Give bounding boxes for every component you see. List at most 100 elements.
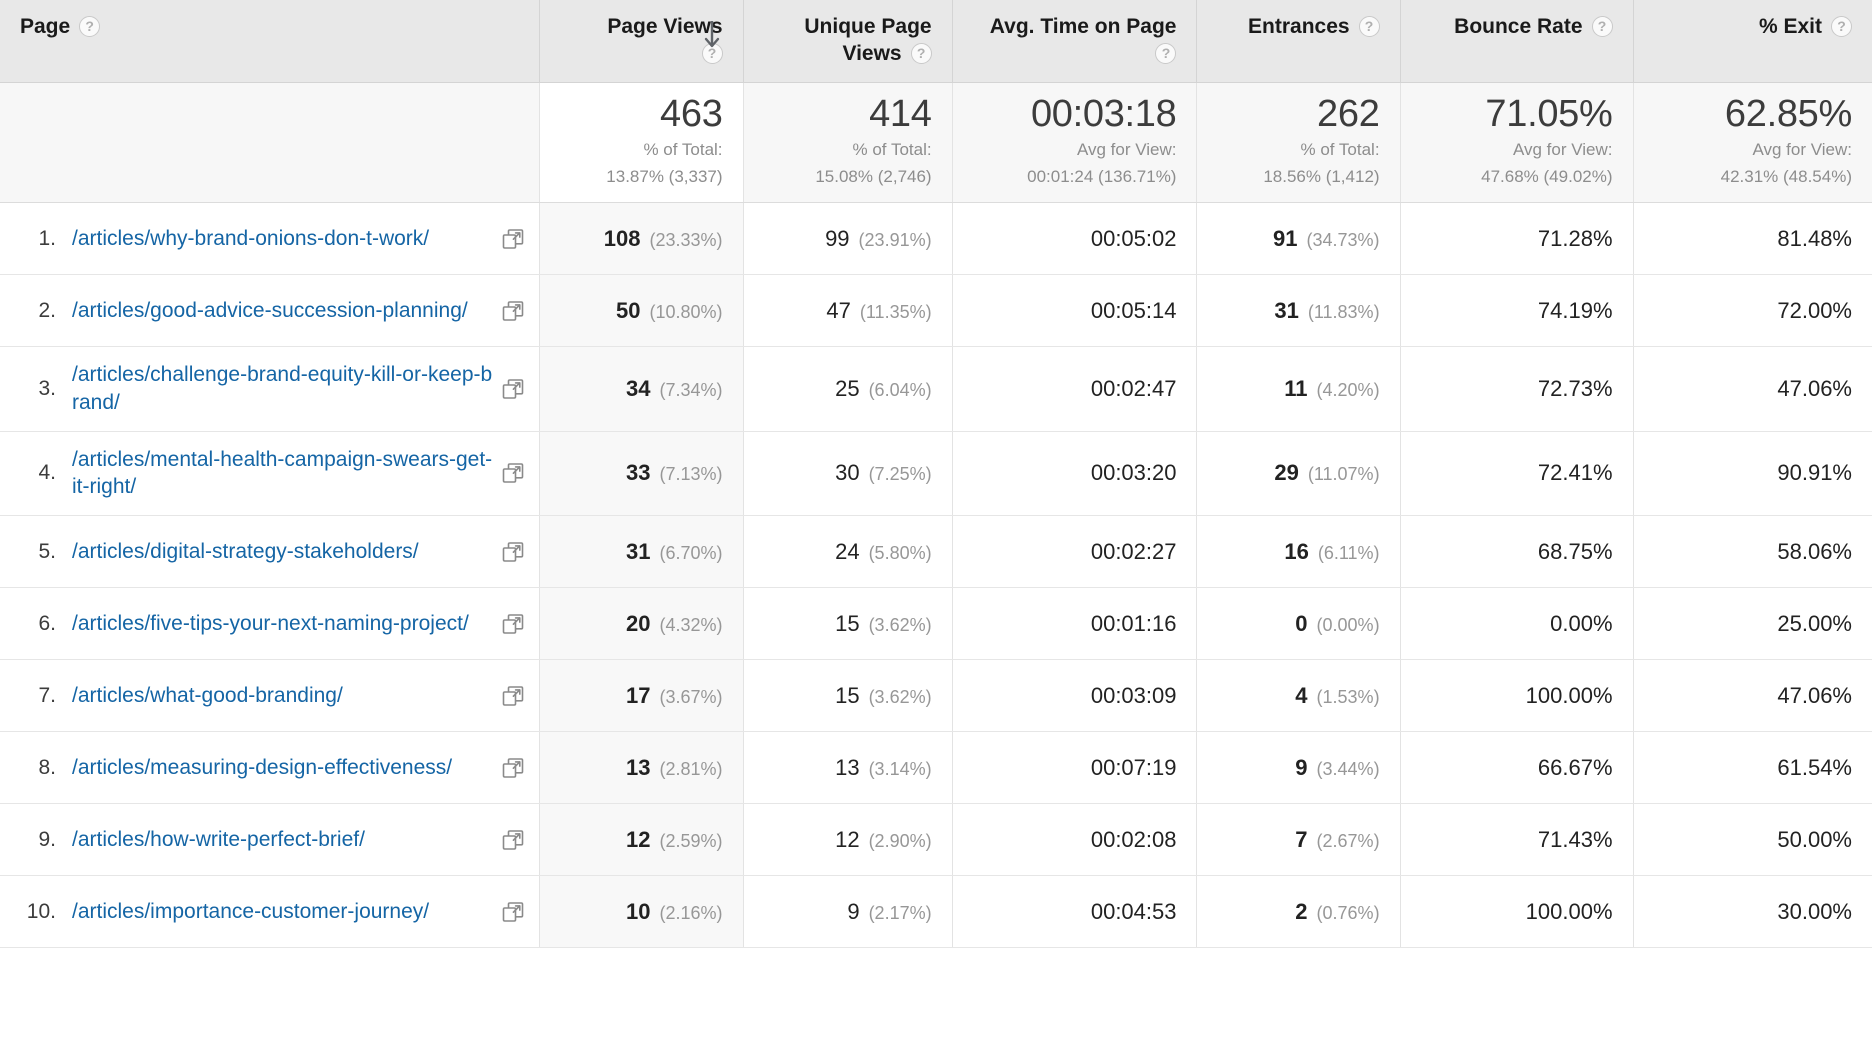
page-path-link[interactable]: /articles/what-good-branding/ [72, 682, 493, 710]
table-row[interactable]: 2. /articles/good-advice-succession-plan… [0, 274, 1872, 348]
unique-page-views-percent: (11.35%) [859, 301, 932, 322]
entrances-percent: (11.83%) [1307, 301, 1380, 322]
table-row[interactable]: 1. /articles/why-brand-onions-don-t-work… [0, 202, 1872, 276]
page-path-link[interactable]: /articles/good-advice-succession-plannin… [72, 297, 493, 325]
table-row[interactable]: 6. /articles/five-tips-your-next-naming-… [0, 587, 1872, 661]
table-row[interactable]: 7. /articles/what-good-branding/ 17 (3.67… [0, 659, 1872, 733]
summary-value: 00:03:18 [1030, 92, 1177, 135]
pct-exit-value: 30.00% [1777, 898, 1852, 924]
cell-unique-page-views: 15 (3.62%) [743, 659, 953, 733]
summary-cell-bounce-rate: 71.05% Avg for View: 47.68% (49.02%) [1400, 82, 1634, 204]
page-path-link[interactable]: /articles/mental-health-campaign-swears-… [72, 446, 493, 501]
cell-avg-time-on-page: 00:03:20 [952, 431, 1198, 517]
entrances-percent: (11.07%) [1307, 464, 1380, 485]
help-icon[interactable]: ? [1591, 16, 1613, 37]
page-path-link[interactable]: /articles/digital-strategy-stakeholders/ [72, 538, 493, 566]
bounce-rate-value: 100.00% [1525, 898, 1613, 924]
cell-avg-time-on-page: 00:07:19 [952, 731, 1198, 805]
column-header-page-views[interactable]: Page Views ? [539, 0, 744, 83]
cell-page: 8. /articles/measuring-design-effectiven… [0, 731, 541, 805]
page-views-value: 33 [626, 460, 651, 486]
column-header-bounce-rate[interactable]: Bounce Rate? [1400, 0, 1634, 83]
cell-entrances: 29 (11.07%) [1196, 431, 1401, 517]
cell-bounce-rate: 72.73% [1400, 346, 1634, 432]
column-header-unique-page-views[interactable]: Unique Page Views? [743, 0, 953, 83]
column-header-entrances[interactable]: Entrances? [1196, 0, 1401, 83]
cell-pct-exit: 90.91% [1633, 431, 1872, 517]
unique-page-views-value: 30 [835, 460, 860, 486]
summary-cell-pct-exit: 62.85% Avg for View: 42.31% (48.54%) [1633, 82, 1872, 204]
page-path-link[interactable]: /articles/challenge-brand-equity-kill-or… [72, 361, 493, 416]
column-header-avg-time-on-page[interactable]: Avg. Time on Page ? [952, 0, 1198, 83]
page-views-value: 12 [626, 826, 651, 852]
avg-time-value: 00:03:09 [1090, 682, 1177, 708]
cell-entrances: 9 (3.44%) [1196, 731, 1401, 805]
page-views-percent: (2.16%) [659, 902, 723, 923]
column-header-avg-time-on-page-label: Avg. Time on Page [989, 15, 1177, 38]
cell-unique-page-views: 25 (6.04%) [743, 346, 953, 432]
row-index: 10. [26, 899, 56, 923]
page-path-link[interactable]: /articles/why-brand-onions-don-t-work/ [72, 225, 493, 253]
table-row[interactable]: 4. /articles/mental-health-campaign-swea… [0, 431, 1872, 517]
pct-exit-value: 90.91% [1777, 460, 1852, 486]
pct-exit-value: 47.06% [1777, 375, 1852, 401]
table-row[interactable]: 10. /articles/importance-customer-journe… [0, 875, 1872, 949]
external-link-icon[interactable] [501, 540, 525, 564]
entrances-value: 29 [1274, 460, 1299, 486]
page-views-value: 20 [626, 610, 651, 636]
cell-pct-exit: 47.06% [1633, 346, 1872, 432]
page-path-link[interactable]: /articles/how-write-perfect-brief/ [72, 826, 493, 854]
help-icon[interactable]: ? [1358, 16, 1380, 37]
unique-page-views-value: 25 [835, 375, 860, 401]
summary-sub-value: 15.08% (2,746) [815, 166, 932, 186]
table-row[interactable]: 8. /articles/measuring-design-effectiven… [0, 731, 1872, 805]
table-header: Page? Page Views ? Unique Page Views? Av… [0, 0, 1872, 83]
external-link-icon[interactable] [501, 227, 525, 251]
avg-time-value: 00:05:02 [1090, 225, 1177, 251]
external-link-icon[interactable] [501, 461, 525, 485]
summary-value: 414 [869, 92, 932, 135]
column-header-page[interactable]: Page? [0, 0, 541, 83]
cell-avg-time-on-page: 00:01:16 [952, 587, 1198, 661]
help-icon[interactable]: ? [910, 42, 932, 64]
column-header-pct-exit[interactable]: % Exit? [1633, 0, 1872, 83]
unique-page-views-value: 12 [835, 826, 860, 852]
table-row[interactable]: 3. /articles/challenge-brand-equity-kill… [0, 346, 1872, 432]
page-path-link[interactable]: /articles/importance-customer-journey/ [72, 898, 493, 926]
arrow-down-icon[interactable] [703, 18, 721, 52]
avg-time-value: 00:05:14 [1090, 297, 1177, 323]
cell-bounce-rate: 72.41% [1400, 431, 1634, 517]
external-link-icon[interactable] [501, 900, 525, 924]
bounce-rate-value: 71.43% [1537, 826, 1613, 852]
cell-bounce-rate: 100.00% [1400, 659, 1634, 733]
page-path-link[interactable]: /articles/five-tips-your-next-naming-pro… [72, 610, 493, 638]
pages-report-table: Page? Page Views ? Unique Page Views? Av… [0, 0, 1872, 949]
external-link-icon[interactable] [501, 828, 525, 852]
column-header-bounce-rate-label: Bounce Rate [1454, 15, 1583, 38]
unique-page-views-percent: (2.90%) [868, 830, 932, 851]
row-index: 9. [38, 827, 56, 851]
external-link-icon[interactable] [501, 377, 525, 401]
unique-page-views-value: 99 [825, 225, 850, 251]
external-link-icon[interactable] [501, 612, 525, 636]
help-icon[interactable]: ? [79, 16, 101, 37]
entrances-value: 9 [1295, 754, 1308, 780]
table-row[interactable]: 9. /articles/how-write-perfect-brief/ 12… [0, 803, 1872, 877]
unique-page-views-value: 24 [835, 538, 860, 564]
external-link-icon[interactable] [501, 299, 525, 323]
entrances-value: 31 [1274, 297, 1299, 323]
pct-exit-value: 72.00% [1777, 297, 1852, 323]
pct-exit-value: 81.48% [1777, 225, 1852, 251]
cell-pct-exit: 58.06% [1633, 515, 1872, 589]
summary-value: 463 [660, 92, 723, 135]
external-link-icon[interactable] [501, 756, 525, 780]
table-row[interactable]: 5. /articles/digital-strategy-stakeholde… [0, 515, 1872, 589]
bounce-rate-value: 100.00% [1525, 682, 1613, 708]
help-icon[interactable]: ? [1831, 16, 1852, 37]
page-path-link[interactable]: /articles/measuring-design-effectiveness… [72, 754, 493, 782]
external-link-icon[interactable] [501, 684, 525, 708]
cell-entrances: 11 (4.20%) [1196, 346, 1401, 432]
cell-unique-page-views: 47 (11.35%) [743, 274, 953, 348]
help-icon[interactable]: ? [1155, 42, 1177, 64]
summary-cell-page-views: 463 % of Total: 13.87% (3,337) [539, 82, 744, 204]
